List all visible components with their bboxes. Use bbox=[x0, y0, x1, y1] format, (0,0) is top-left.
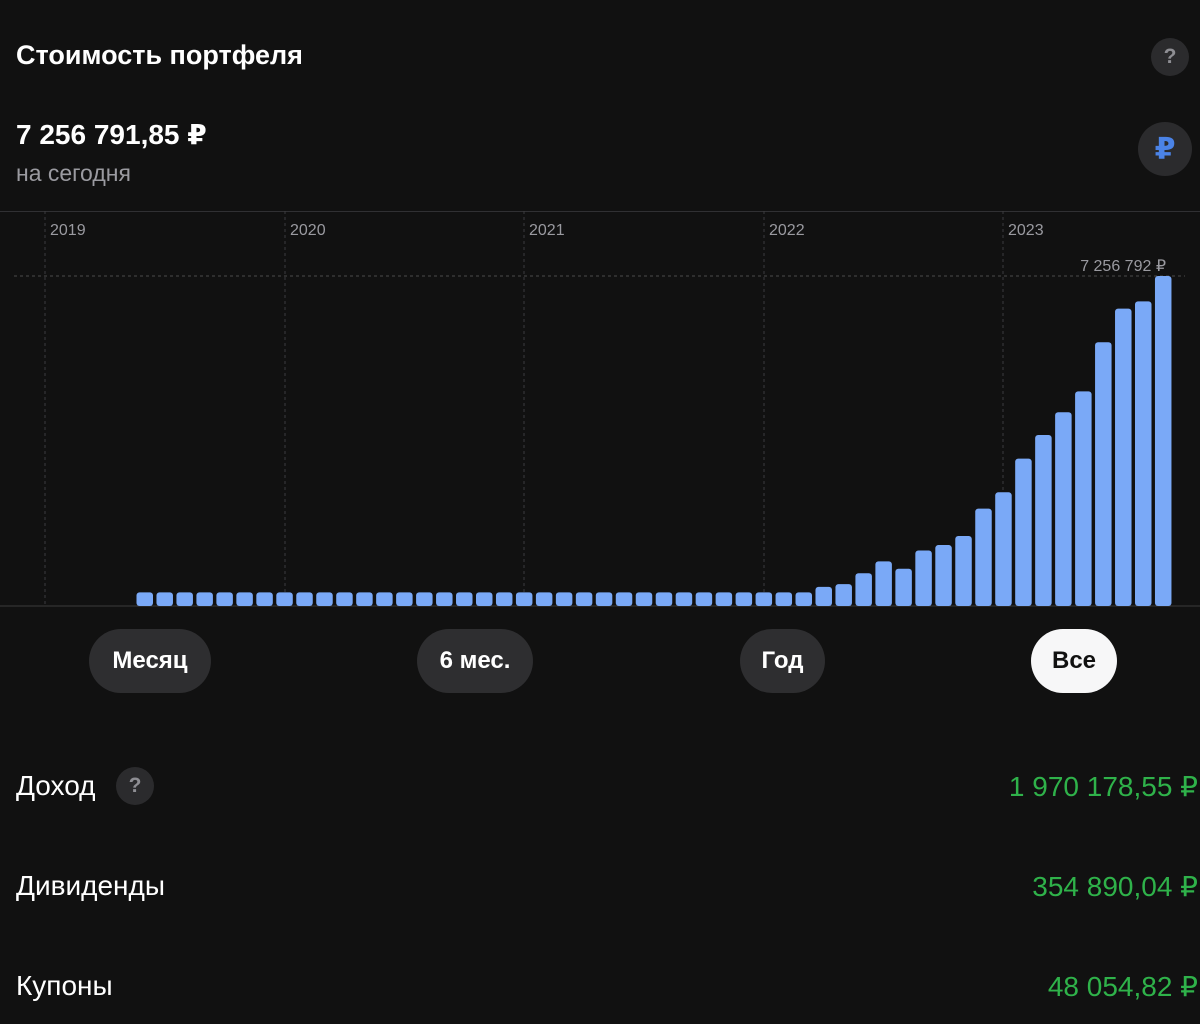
page-title: Стоимость портфеля bbox=[16, 40, 303, 70]
year-tick-label: 2023 bbox=[1008, 222, 1044, 239]
chart-bar[interactable] bbox=[236, 592, 253, 606]
chart-bar[interactable] bbox=[436, 592, 453, 606]
dividends-value: 354 890,04 ₽ bbox=[1032, 871, 1198, 902]
chart-bar[interactable] bbox=[515, 592, 533, 606]
chart-bar[interactable] bbox=[1055, 412, 1072, 606]
ruble-currency-icon[interactable]: ₽ bbox=[1138, 122, 1192, 176]
income-label: Доход bbox=[16, 770, 96, 801]
chart-bar[interactable] bbox=[216, 592, 233, 606]
chart-bar[interactable] bbox=[316, 592, 333, 606]
chart-bar[interactable] bbox=[935, 545, 952, 606]
chart-bar[interactable] bbox=[775, 592, 793, 606]
chart-bar[interactable] bbox=[615, 592, 633, 606]
chart-bar[interactable] bbox=[176, 592, 193, 606]
period-all-button[interactable]: Все bbox=[1031, 629, 1117, 693]
dividends-label: Дивиденды bbox=[16, 870, 165, 901]
chart-bar[interactable] bbox=[276, 592, 293, 606]
chart-bar[interactable] bbox=[675, 592, 693, 606]
chart-bar[interactable] bbox=[595, 592, 613, 606]
coupons-label: Купоны bbox=[16, 970, 113, 1001]
income-value: 1 970 178,55 ₽ bbox=[1008, 771, 1198, 802]
portfolio-bar-chart: 7 256 792 ₽ 2019 2020 2021 2022 2023 bbox=[0, 211, 1200, 607]
period-month-button[interactable]: Месяц bbox=[89, 629, 211, 693]
chart-bar[interactable] bbox=[955, 535, 972, 606]
chart-bar[interactable] bbox=[755, 592, 773, 606]
chart-bar[interactable] bbox=[256, 592, 273, 606]
chart-bar[interactable] bbox=[196, 592, 213, 606]
chart-bar[interactable] bbox=[1015, 458, 1032, 606]
chart-bar[interactable] bbox=[296, 592, 313, 606]
chart-bar[interactable] bbox=[835, 584, 852, 606]
chart-bar[interactable] bbox=[715, 592, 733, 606]
chart-bar[interactable] bbox=[456, 592, 473, 606]
chart-bar[interactable] bbox=[575, 592, 593, 606]
chart-bar[interactable] bbox=[535, 592, 553, 606]
chart-bar[interactable] bbox=[495, 592, 513, 606]
period-year-button[interactable]: Год bbox=[740, 629, 825, 693]
chart-bar[interactable] bbox=[156, 592, 173, 606]
chart-bar[interactable] bbox=[635, 592, 653, 606]
chart-bar[interactable] bbox=[396, 592, 413, 606]
chart-bar[interactable] bbox=[336, 592, 353, 606]
chart-bar[interactable] bbox=[975, 508, 992, 606]
chart-bar[interactable] bbox=[1135, 301, 1152, 606]
chart-bar[interactable] bbox=[1095, 342, 1112, 606]
chart-bar[interactable] bbox=[376, 592, 393, 606]
chart-bar[interactable] bbox=[795, 592, 813, 606]
chart-bar[interactable] bbox=[655, 592, 673, 606]
chart-bar[interactable] bbox=[695, 592, 713, 606]
chart-bar[interactable] bbox=[855, 573, 872, 606]
chart-bar[interactable] bbox=[875, 561, 892, 606]
chart-bar[interactable] bbox=[895, 568, 912, 606]
chart-bar[interactable] bbox=[995, 492, 1012, 606]
chart-bar[interactable] bbox=[915, 550, 932, 606]
help-icon[interactable]: ? bbox=[1151, 38, 1189, 76]
chart-bar[interactable] bbox=[555, 592, 573, 606]
chart-bar[interactable] bbox=[475, 592, 493, 606]
chart-bar[interactable] bbox=[356, 592, 373, 606]
portfolio-value-subtitle: на сегодня bbox=[16, 160, 131, 186]
chart-bar[interactable] bbox=[1075, 391, 1092, 606]
chart-bar[interactable] bbox=[815, 586, 832, 606]
year-tick-label: 2020 bbox=[290, 222, 326, 239]
income-help-icon[interactable]: ? bbox=[116, 767, 154, 805]
portfolio-value: 7 256 791,85 ₽ bbox=[16, 119, 207, 150]
chart-bar[interactable] bbox=[1154, 276, 1172, 606]
max-value-label: 7 256 792 ₽ bbox=[1080, 258, 1166, 275]
year-tick-label: 2019 bbox=[50, 222, 86, 239]
chart-bar[interactable] bbox=[735, 592, 753, 606]
year-tick-label: 2022 bbox=[769, 222, 805, 239]
chart-bar[interactable] bbox=[136, 592, 154, 606]
year-tick-label: 2021 bbox=[529, 222, 565, 239]
coupons-value: 48 054,82 ₽ bbox=[1047, 971, 1198, 1002]
period-6months-button[interactable]: 6 мес. bbox=[417, 629, 533, 693]
chart-bar[interactable] bbox=[1115, 308, 1132, 606]
chart-bar[interactable] bbox=[1035, 435, 1052, 606]
chart-bar[interactable] bbox=[416, 592, 433, 606]
